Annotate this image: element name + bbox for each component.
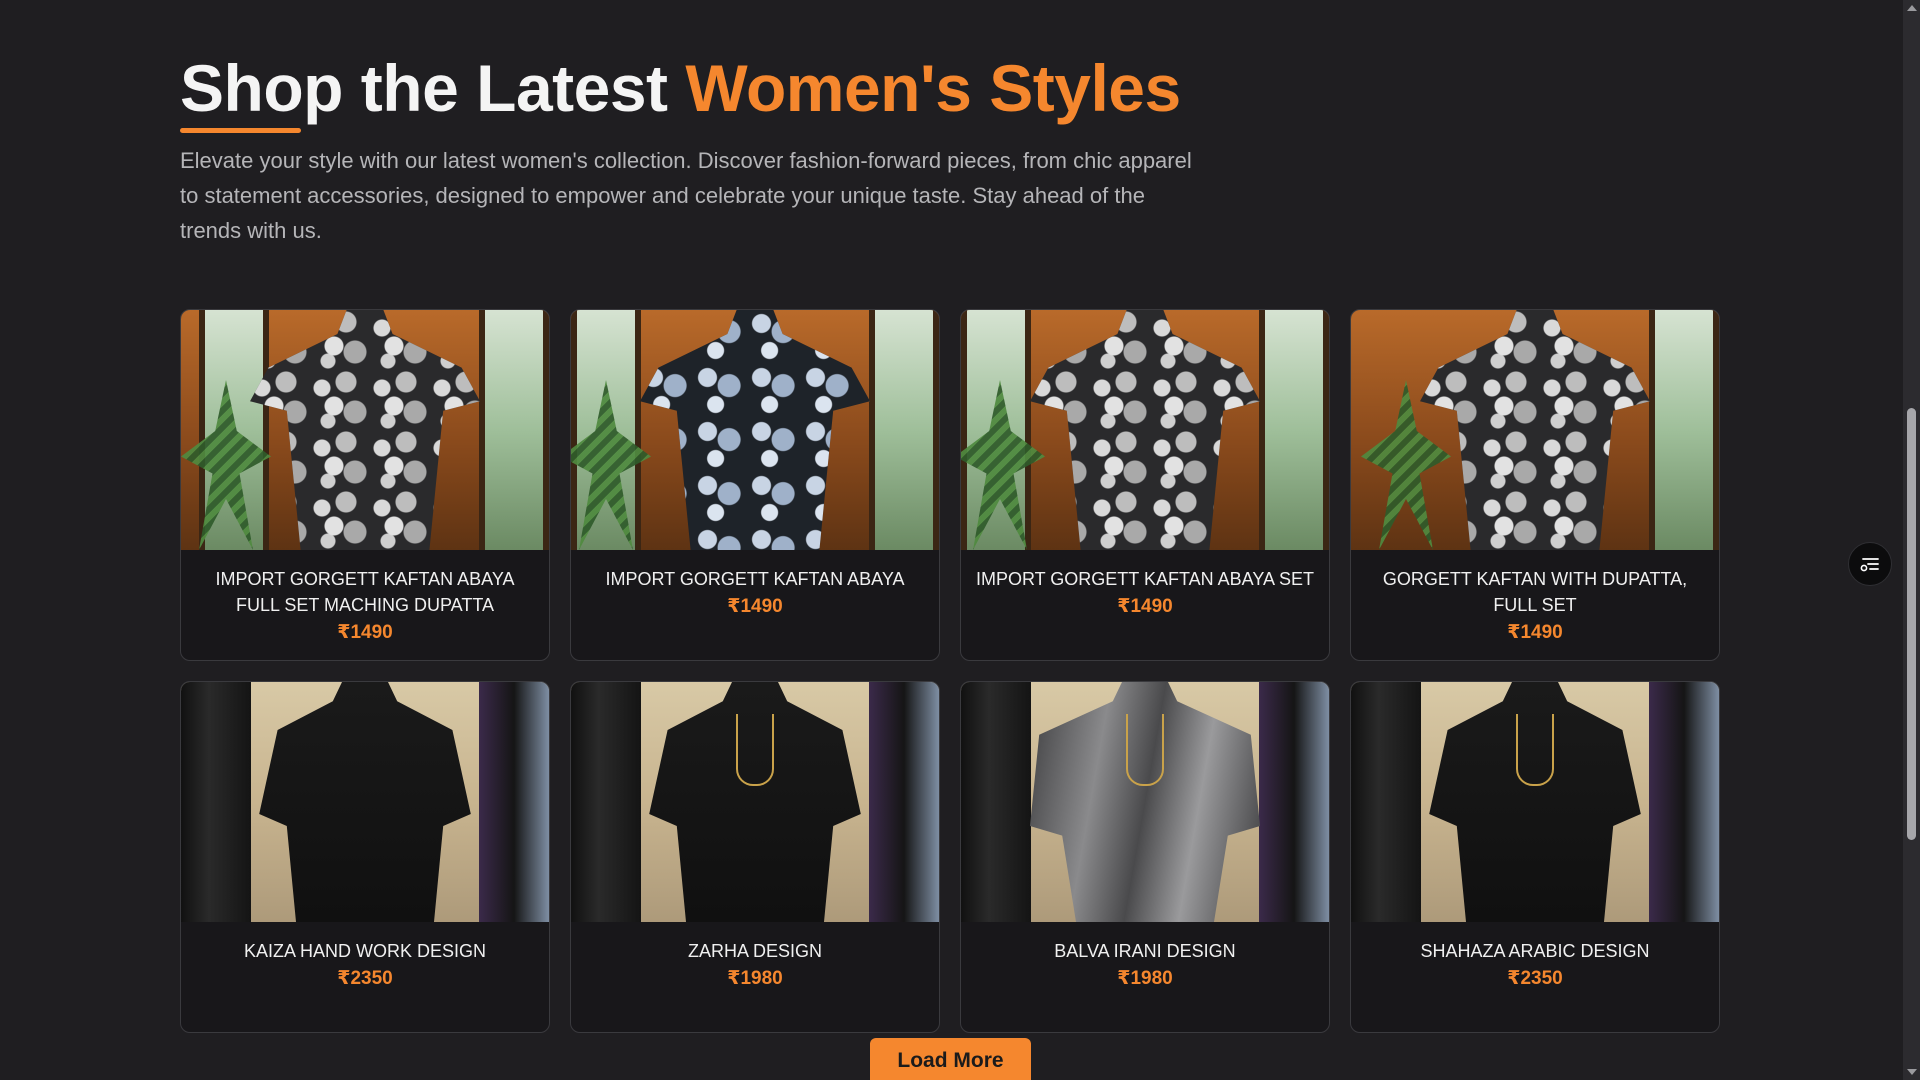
heading-underline bbox=[180, 128, 301, 133]
product-image[interactable] bbox=[961, 682, 1329, 922]
scroll-up-icon[interactable] bbox=[1907, 5, 1917, 11]
scrollbar-thumb[interactable] bbox=[1907, 408, 1916, 840]
necklace-decor bbox=[1126, 714, 1164, 786]
product-card[interactable]: GORGETT KAFTAN WITH DUPATTA, FULL SET ₹1… bbox=[1350, 309, 1720, 661]
necklace-decor bbox=[1516, 714, 1554, 786]
product-info: IMPORT GORGETT KAFTAN ABAYA FULL SET MAC… bbox=[181, 550, 549, 646]
product-name[interactable]: BALVA IRANI DESIGN bbox=[975, 938, 1315, 964]
product-name[interactable]: SHAHAZA ARABIC DESIGN bbox=[1365, 938, 1705, 964]
product-image[interactable] bbox=[961, 310, 1329, 550]
garment-rack-decor bbox=[1649, 682, 1719, 922]
product-price: ₹2350 bbox=[1507, 968, 1563, 989]
product-info: SHAHAZA ARABIC DESIGN ₹2350 bbox=[1351, 922, 1719, 992]
garment-rack-decor bbox=[571, 682, 641, 922]
product-info: BALVA IRANI DESIGN ₹1980 bbox=[961, 922, 1329, 992]
product-price: ₹1490 bbox=[1507, 622, 1563, 643]
garment-rack-decor bbox=[869, 682, 939, 922]
product-image[interactable] bbox=[571, 682, 939, 922]
garment-figure bbox=[640, 310, 870, 550]
product-name[interactable]: KAIZA HAND WORK DESIGN bbox=[195, 938, 535, 964]
heading-accent: Women's Styles bbox=[685, 51, 1181, 125]
garment-rack-decor bbox=[1351, 682, 1421, 922]
heading-main: Shop the Latest bbox=[180, 51, 686, 125]
product-price: ₹1490 bbox=[337, 622, 393, 643]
product-info: GORGETT KAFTAN WITH DUPATTA, FULL SET ₹1… bbox=[1351, 550, 1719, 646]
product-price: ₹1490 bbox=[1117, 596, 1173, 617]
product-image[interactable] bbox=[1351, 682, 1719, 922]
necklace-decor bbox=[736, 714, 774, 786]
section-intro: Elevate your style with our latest women… bbox=[180, 148, 1192, 243]
scroll-down-icon[interactable] bbox=[1907, 1069, 1917, 1075]
product-price: ₹1980 bbox=[1117, 968, 1173, 989]
product-image[interactable] bbox=[1351, 310, 1719, 550]
garment-rack-decor bbox=[1259, 682, 1329, 922]
product-price: ₹1980 bbox=[727, 968, 783, 989]
window-decor bbox=[1259, 310, 1329, 550]
garment-rack-decor bbox=[961, 682, 1031, 922]
window-decor bbox=[479, 310, 549, 550]
product-price: ₹1490 bbox=[727, 596, 783, 617]
product-name[interactable]: IMPORT GORGETT KAFTAN ABAYA bbox=[585, 566, 925, 592]
product-info: IMPORT GORGETT KAFTAN ABAYA ₹1490 bbox=[571, 550, 939, 620]
product-name[interactable]: IMPORT GORGETT KAFTAN ABAYA FULL SET MAC… bbox=[195, 566, 535, 618]
product-info: IMPORT GORGETT KAFTAN ABAYA SET ₹1490 bbox=[961, 550, 1329, 620]
product-image[interactable] bbox=[181, 682, 549, 922]
product-card[interactable]: IMPORT GORGETT KAFTAN ABAYA ₹1490 bbox=[570, 309, 940, 661]
filter-icon bbox=[1860, 558, 1879, 572]
product-card[interactable]: KAIZA HAND WORK DESIGN ₹2350 bbox=[180, 681, 550, 1033]
garment-figure bbox=[259, 682, 471, 922]
product-grid: IMPORT GORGETT KAFTAN ABAYA FULL SET MAC… bbox=[180, 309, 1724, 1033]
window-decor bbox=[869, 310, 939, 550]
page-scrollbar[interactable] bbox=[1903, 0, 1920, 1080]
garment-figure bbox=[250, 310, 480, 550]
garment-figure bbox=[1420, 310, 1650, 550]
window-decor bbox=[1649, 310, 1719, 550]
product-card[interactable]: IMPORT GORGETT KAFTAN ABAYA SET ₹1490 bbox=[960, 309, 1330, 661]
product-card[interactable]: BALVA IRANI DESIGN ₹1980 bbox=[960, 681, 1330, 1033]
product-image[interactable] bbox=[571, 310, 939, 550]
garment-rack-decor bbox=[181, 682, 251, 922]
garment-figure bbox=[1030, 310, 1260, 550]
garment-rack-decor bbox=[479, 682, 549, 922]
page: Shop the Latest Women's Styles Elevate y… bbox=[0, 0, 1920, 1080]
filter-button[interactable] bbox=[1848, 542, 1892, 586]
product-price: ₹2350 bbox=[337, 968, 393, 989]
product-info: KAIZA HAND WORK DESIGN ₹2350 bbox=[181, 922, 549, 992]
product-card[interactable]: ZARHA DESIGN ₹1980 bbox=[570, 681, 940, 1033]
product-name[interactable]: ZARHA DESIGN bbox=[585, 938, 925, 964]
product-name[interactable]: GORGETT KAFTAN WITH DUPATTA, FULL SET bbox=[1365, 566, 1705, 618]
section-heading: Shop the Latest Women's Styles bbox=[180, 50, 1181, 126]
load-more-button[interactable]: Load More bbox=[870, 1038, 1031, 1080]
product-card[interactable]: IMPORT GORGETT KAFTAN ABAYA FULL SET MAC… bbox=[180, 309, 550, 661]
product-card[interactable]: SHAHAZA ARABIC DESIGN ₹2350 bbox=[1350, 681, 1720, 1033]
product-name[interactable]: IMPORT GORGETT KAFTAN ABAYA SET bbox=[975, 566, 1315, 592]
product-info: ZARHA DESIGN ₹1980 bbox=[571, 922, 939, 992]
product-image[interactable] bbox=[181, 310, 549, 550]
